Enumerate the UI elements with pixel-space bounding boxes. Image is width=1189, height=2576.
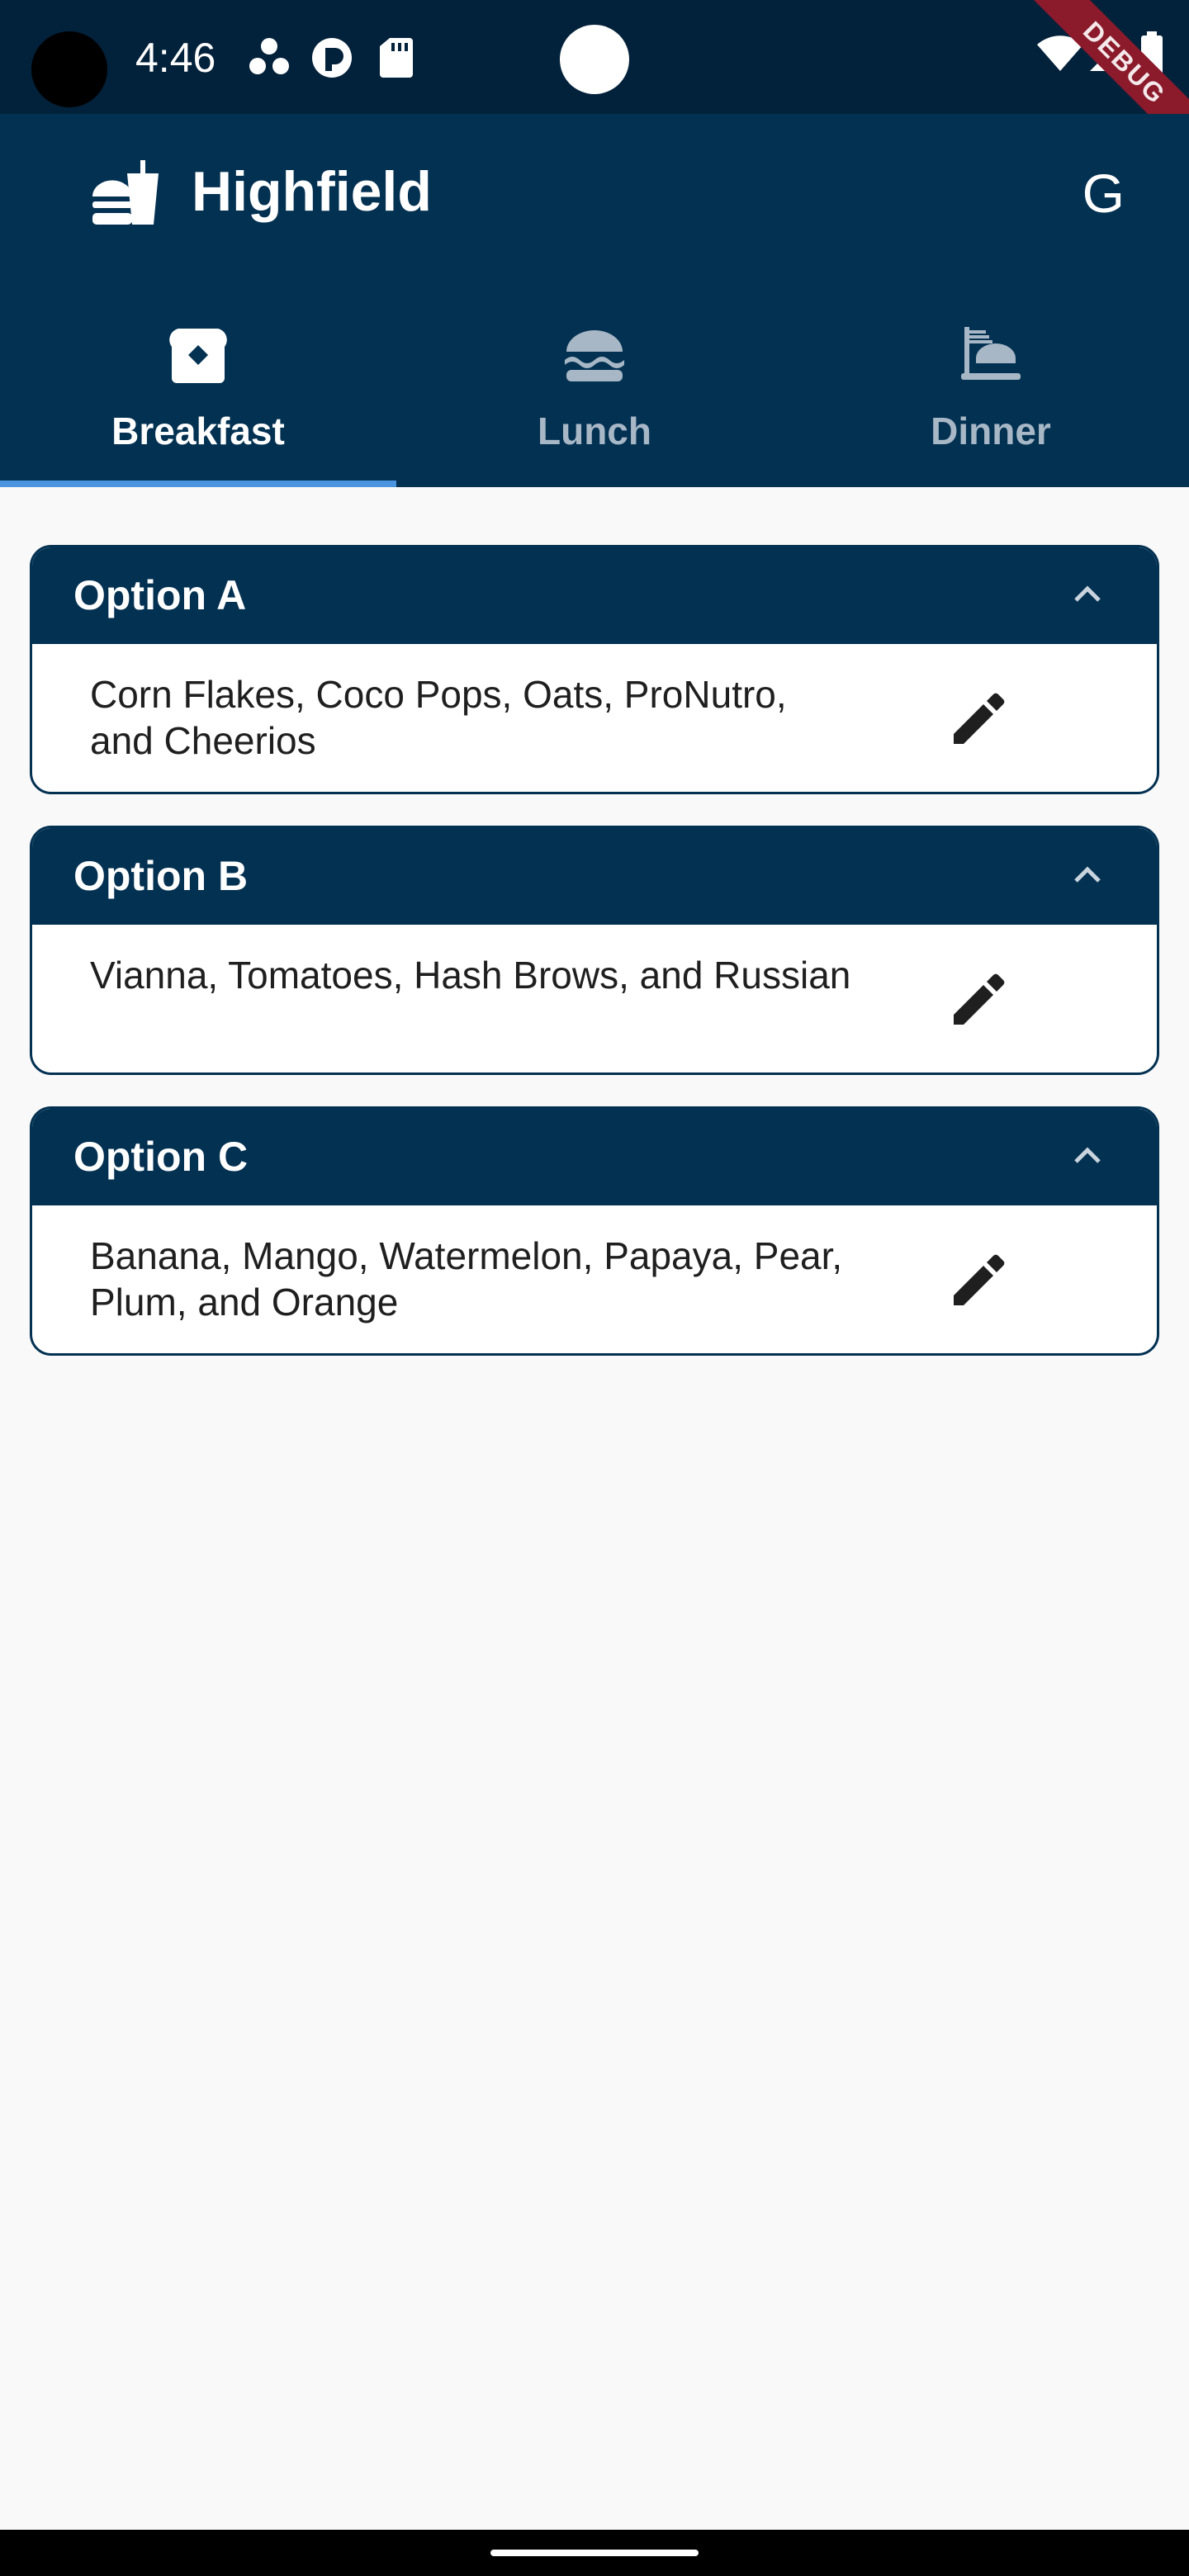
food-drink-icon — [91, 160, 162, 230]
bread-icon — [165, 322, 231, 392]
tab-label: Lunch — [538, 410, 651, 452]
option-title: Option C — [73, 1134, 249, 1180]
system-nav-bar — [0, 2530, 1189, 2576]
app-indicator-icon — [310, 36, 353, 83]
tab-dinner[interactable]: Dinner — [793, 296, 1189, 487]
option-items: Vianna, Tomatoes, Hash Brows, and Russia… — [90, 954, 851, 997]
chevron-up-icon[interactable] — [1068, 1137, 1107, 1181]
burger-icon — [561, 322, 628, 392]
meal-tabs: Breakfast Lunch Dinner — [0, 296, 1189, 487]
account-button[interactable]: G — [1082, 160, 1125, 226]
tab-label: Breakfast — [111, 410, 285, 452]
home-gesture-handle[interactable] — [490, 2550, 699, 2556]
tab-breakfast[interactable]: Breakfast — [0, 296, 396, 487]
option-title: Option A — [73, 572, 247, 618]
chevron-up-icon[interactable] — [1068, 856, 1107, 900]
camera-cutout — [31, 31, 107, 107]
dinner-icon — [958, 322, 1024, 392]
option-title: Option B — [73, 853, 249, 899]
option-items: Corn Flakes, Coco Pops, Oats, ProNutro, … — [90, 673, 787, 762]
sd-card-icon — [380, 36, 413, 82]
option-card: Option B Vianna, Tomatoes, Hash Brows, a… — [30, 826, 1159, 1075]
option-items: Banana, Mango, Watermelon, Papaya, Pear,… — [90, 1234, 843, 1324]
center-indicator — [560, 25, 629, 94]
three-dots-icon — [246, 36, 292, 82]
edit-icon[interactable] — [949, 1251, 1008, 1310]
app-bar: Highfield G Breakfast Lunch Dinner — [0, 114, 1189, 487]
edit-icon[interactable] — [949, 970, 1008, 1030]
option-card: Option A Corn Flakes, Coco Pops, Oats, P… — [30, 545, 1159, 794]
tab-label: Dinner — [931, 410, 1051, 452]
tab-lunch[interactable]: Lunch — [396, 296, 793, 487]
app-title: Highfield — [192, 160, 432, 223]
status-bar: 4:46 DEBUG — [0, 0, 1189, 165]
option-header[interactable]: Option A — [32, 547, 1157, 644]
option-header[interactable]: Option C — [32, 1109, 1157, 1205]
edit-icon[interactable] — [949, 689, 1008, 749]
options-list: Option A Corn Flakes, Coco Pops, Oats, P… — [30, 545, 1159, 1387]
status-time: 4:46 — [135, 35, 216, 81]
option-header[interactable]: Option B — [32, 828, 1157, 925]
active-tab-indicator — [0, 481, 396, 487]
chevron-up-icon[interactable] — [1068, 575, 1107, 619]
option-card: Option C Banana, Mango, Watermelon, Papa… — [30, 1106, 1159, 1356]
